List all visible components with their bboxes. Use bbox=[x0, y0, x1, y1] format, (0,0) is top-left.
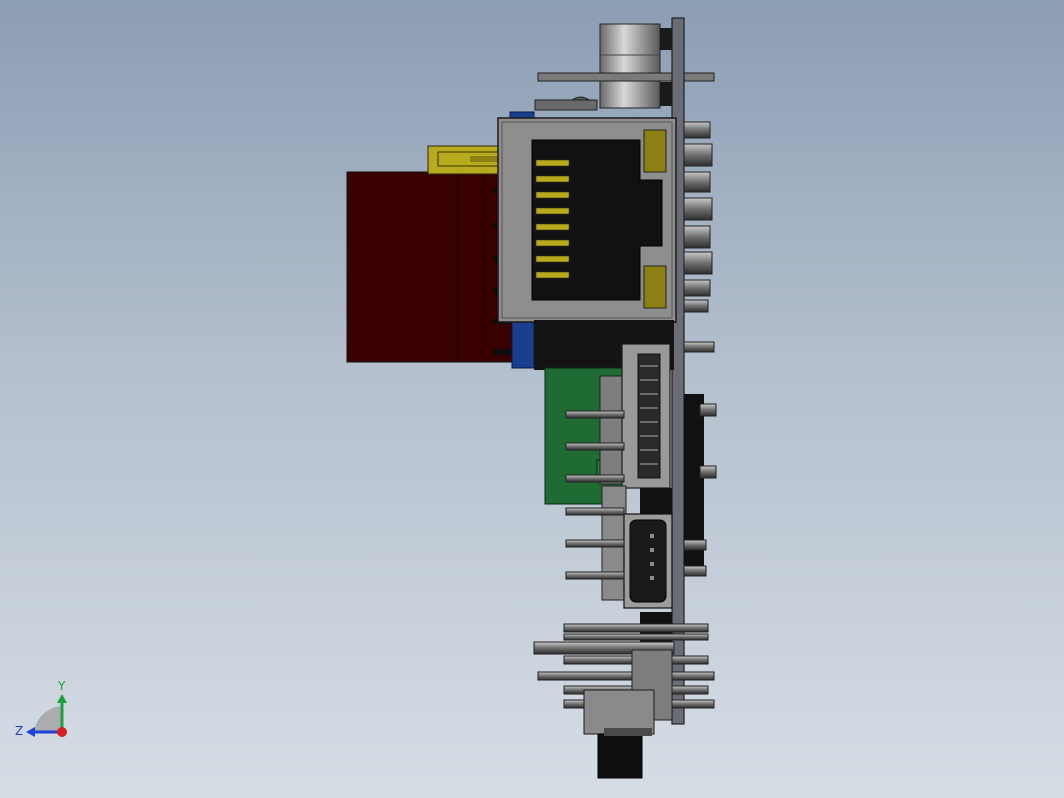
triad-arc bbox=[34, 706, 62, 732]
blue-component-bottom bbox=[511, 319, 535, 369]
red-pin-header bbox=[346, 171, 516, 363]
ethernet-jack bbox=[497, 117, 677, 323]
z-arrow-head bbox=[26, 727, 35, 737]
top-cylinder-component bbox=[534, 23, 715, 111]
pcb-right-connectors-upper bbox=[683, 121, 713, 313]
z-axis-label: Z bbox=[15, 724, 23, 738]
y-arrow-head bbox=[57, 694, 67, 703]
cad-viewport[interactable]: Y Z bbox=[0, 0, 1064, 798]
yellow-connector bbox=[427, 145, 501, 175]
power-jack bbox=[583, 649, 673, 779]
x-axis-dot bbox=[57, 727, 67, 737]
y-axis-label: Y bbox=[57, 679, 66, 693]
black-housing-right bbox=[683, 394, 717, 577]
pin-right-mid bbox=[683, 341, 715, 353]
cad-model-view: Y Z bbox=[15, 17, 717, 779]
axis-triad: Y Z bbox=[15, 679, 67, 738]
